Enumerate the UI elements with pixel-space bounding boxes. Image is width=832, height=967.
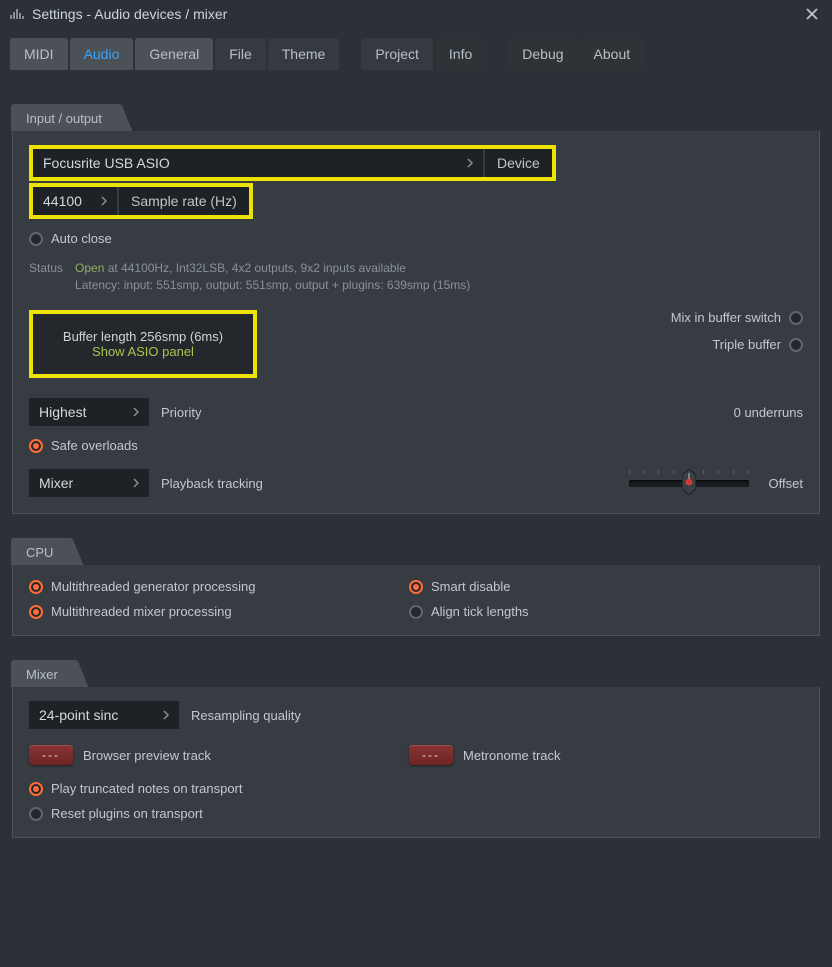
section-heading-io: Input / output (11, 104, 119, 131)
align-ticks-label: Align tick lengths (431, 604, 529, 619)
tab-midi[interactable]: MIDI (10, 38, 68, 70)
buffer-length-text: Buffer length 256smp (6ms) (63, 329, 223, 344)
status-line1: at 44100Hz, Int32LSB, 4x2 outputs, 9x2 i… (104, 261, 406, 275)
mix-in-buffer-option[interactable]: Mix in buffer switch (671, 310, 803, 325)
asio-panel-button[interactable]: Buffer length 256smp (6ms) Show ASIO pan… (33, 314, 253, 374)
panel-mixer: 24-point sinc Resampling quality --- Bro… (12, 687, 820, 838)
close-icon (806, 8, 818, 20)
resampling-value: 24-point sinc (39, 707, 118, 723)
play-truncated-label: Play truncated notes on transport (51, 781, 243, 796)
tab-project[interactable]: Project (361, 38, 433, 70)
auto-close-label: Auto close (51, 231, 112, 246)
close-button[interactable] (800, 2, 824, 26)
resampling-dropdown[interactable]: 24-point sinc (29, 701, 179, 729)
triple-buffer-option[interactable]: Triple buffer (712, 337, 803, 352)
mt-generator-toggle[interactable] (29, 580, 43, 594)
tab-file[interactable]: File (215, 38, 266, 70)
mt-mixer-label: Multithreaded mixer processing (51, 604, 232, 619)
tab-general[interactable]: General (135, 38, 213, 70)
chevron-right-icon (163, 710, 169, 720)
underruns-text: 0 underruns (734, 405, 803, 420)
mix-in-buffer-label: Mix in buffer switch (671, 310, 781, 325)
app-icon (10, 9, 24, 19)
playback-tracking-dropdown[interactable]: Mixer (29, 469, 149, 497)
mt-mixer-toggle[interactable] (29, 605, 43, 619)
smart-disable-toggle[interactable] (409, 580, 423, 594)
tabstrip: MIDI Audio General File Theme Project In… (0, 28, 832, 70)
device-dropdown[interactable]: Focusrite USB ASIO (33, 149, 483, 177)
device-label: Device (485, 149, 552, 177)
tab-debug[interactable]: Debug (508, 38, 577, 70)
offset-slider[interactable] (629, 473, 749, 493)
show-asio-link: Show ASIO panel (92, 344, 194, 359)
chevron-right-icon (101, 196, 107, 206)
align-ticks-toggle[interactable] (409, 605, 423, 619)
priority-dropdown[interactable]: Highest (29, 398, 149, 426)
metronome-label: Metronome track (463, 748, 561, 763)
sample-rate-label: Sample rate (Hz) (119, 187, 249, 215)
status-open: Open (75, 261, 104, 275)
reset-plugins-label: Reset plugins on transport (51, 806, 203, 821)
triple-buffer-label: Triple buffer (712, 337, 781, 352)
mix-in-buffer-toggle[interactable] (789, 311, 803, 325)
browser-preview-label: Browser preview track (83, 748, 211, 763)
chevron-right-icon (133, 478, 139, 488)
titlebar: Settings - Audio devices / mixer (0, 0, 832, 28)
status-line2: Latency: input: 551smp, output: 551smp, … (75, 278, 470, 292)
tab-info[interactable]: Info (435, 38, 486, 70)
mt-generator-label: Multithreaded generator processing (51, 579, 256, 594)
metronome-track-chip[interactable]: --- (409, 745, 453, 765)
priority-value: Highest (39, 404, 86, 420)
offset-label: Offset (769, 476, 803, 491)
device-value: Focusrite USB ASIO (43, 155, 170, 171)
auto-close-toggle[interactable] (29, 232, 43, 246)
playback-value: Mixer (39, 475, 73, 491)
tab-about[interactable]: About (580, 38, 645, 70)
sample-rate-dropdown[interactable]: 44100 (33, 187, 117, 215)
status-text: Open at 44100Hz, Int32LSB, 4x2 outputs, … (75, 260, 470, 294)
section-heading-cpu: CPU (11, 538, 70, 565)
panel-cpu: Multithreaded generator processing Multi… (12, 565, 820, 636)
browser-preview-track-chip[interactable]: --- (29, 745, 73, 765)
status-label: Status (29, 260, 63, 294)
safe-overloads-label: Safe overloads (51, 438, 138, 453)
panel-io: Focusrite USB ASIO Device 44100 Sampl (12, 131, 820, 514)
play-truncated-toggle[interactable] (29, 782, 43, 796)
safe-overloads-toggle[interactable] (29, 439, 43, 453)
priority-label: Priority (161, 405, 201, 420)
window-title: Settings - Audio devices / mixer (32, 6, 800, 22)
tab-audio[interactable]: Audio (70, 38, 134, 70)
playback-tracking-label: Playback tracking (161, 476, 263, 491)
reset-plugins-toggle[interactable] (29, 807, 43, 821)
slider-knob-icon (682, 469, 696, 495)
tab-theme[interactable]: Theme (268, 38, 340, 70)
section-heading-mixer: Mixer (11, 660, 75, 687)
chevron-right-icon (133, 407, 139, 417)
chevron-right-icon (467, 158, 473, 168)
smart-disable-label: Smart disable (431, 579, 510, 594)
triple-buffer-toggle[interactable] (789, 338, 803, 352)
sample-rate-value: 44100 (43, 193, 82, 209)
resampling-label: Resampling quality (191, 708, 301, 723)
